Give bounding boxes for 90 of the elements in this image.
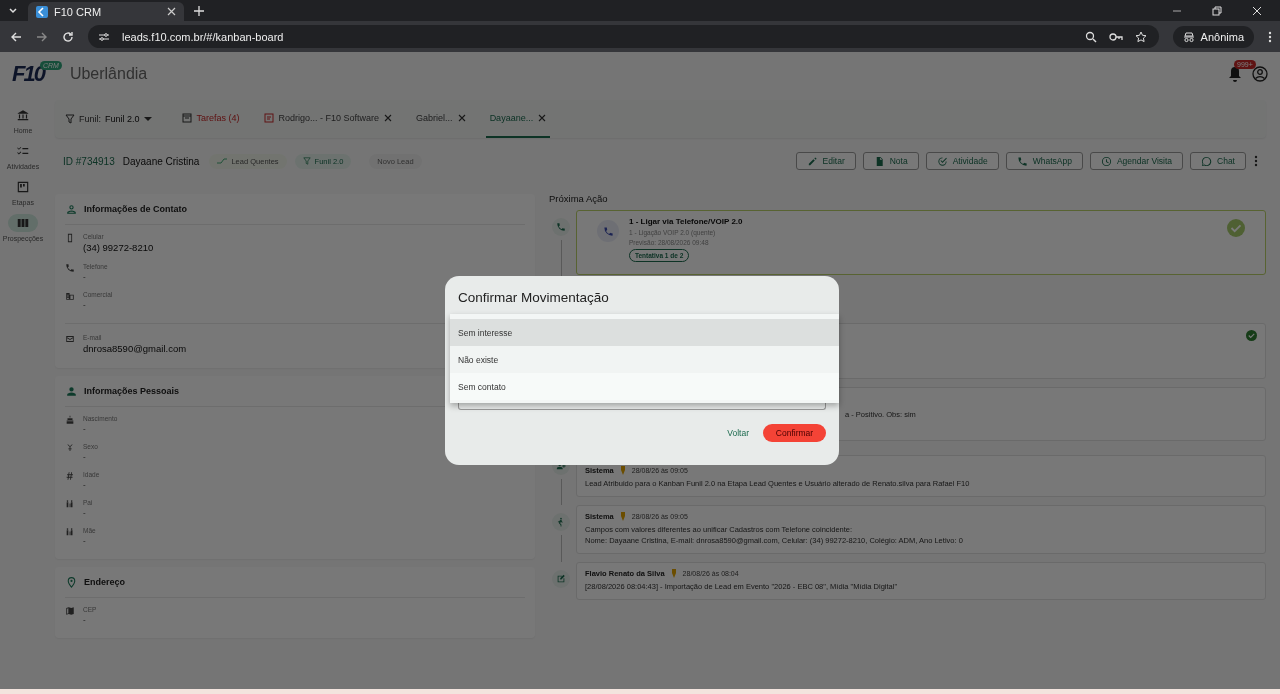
address-field[interactable]: leads.f10.com.br/#/kanban-board [122, 30, 284, 43]
field-value: - [83, 452, 87, 461]
pencil-icon [806, 155, 818, 167]
action-button[interactable]: Nota [862, 152, 919, 170]
lead-tab[interactable]: Gabriel... [412, 100, 470, 138]
edit-icon [552, 569, 570, 588]
field-value: - [83, 536, 87, 545]
phone-icon [65, 263, 75, 273]
pin-icon [670, 568, 677, 578]
more-icon[interactable] [1254, 155, 1258, 167]
family-icon [65, 527, 75, 537]
account-icon[interactable] [1252, 66, 1268, 82]
lead-name: Dayaane Cristina [122, 155, 200, 167]
lead-tab[interactable]: Dayaane... [485, 100, 551, 138]
notification-icon[interactable] [1228, 66, 1242, 82]
restore-icon[interactable] [1212, 5, 1222, 16]
menu-option[interactable]: Sem interesse [450, 319, 839, 346]
new-tab-icon[interactable] [194, 5, 204, 16]
action-title: 1 - Ligar via Telefone/VOIP 2.0 [629, 217, 743, 226]
field-value: dnrosa8590@gmail.com [83, 343, 187, 354]
person-icon [65, 202, 78, 216]
section-title: Informações Pessoais [84, 386, 180, 396]
tab-label: Dayaane... [489, 113, 534, 123]
field-value: - [83, 508, 87, 517]
chat-icon [1201, 155, 1213, 167]
funnel-value: Funil 2.0 [105, 114, 140, 124]
pin-icon [619, 466, 626, 475]
field-value: - [83, 424, 87, 433]
action-button[interactable]: Atividade [925, 152, 999, 170]
menu-option[interactable]: Não existe [450, 346, 839, 373]
lead-tab[interactable]: Rodrigo... - F10 Software [259, 100, 397, 138]
phone-icon [597, 220, 619, 242]
action-button[interactable]: Editar [795, 152, 856, 170]
tab-title: F10 CRM [54, 5, 103, 18]
site-settings-icon[interactable] [98, 30, 110, 43]
tab-label: Gabriel... [416, 113, 453, 123]
clock-icon [1100, 155, 1112, 167]
filter-icon [65, 114, 75, 124]
section-title: Informações de Contato [84, 204, 187, 214]
card-icon [263, 113, 274, 123]
app-icon [36, 5, 48, 18]
confirm-button[interactable]: Confirmar [763, 424, 826, 442]
cake-icon [65, 415, 75, 425]
action-button[interactable]: WhatsApp [1005, 152, 1083, 170]
pin-icon [619, 511, 626, 521]
mail-icon [65, 334, 75, 344]
calendar-icon [181, 113, 192, 123]
walking-person-icon [552, 512, 570, 531]
action-button[interactable]: Agendar Visita [1089, 152, 1184, 170]
action-button[interactable]: Chat [1190, 152, 1246, 170]
family-icon [65, 499, 75, 509]
funnel-label: Funil: [79, 114, 101, 124]
lead-tab[interactable]: Tarefas (4) [177, 100, 244, 138]
key-icon[interactable] [1108, 30, 1123, 43]
hash-icon [65, 471, 75, 481]
mobile-phone-icon [65, 233, 75, 243]
building-icon [65, 291, 75, 301]
profile-button[interactable]: Anônima [1172, 25, 1254, 48]
zoom-icon[interactable] [1084, 30, 1097, 43]
tab-list-icon[interactable] [8, 5, 18, 16]
back-button[interactable]: Voltar [727, 428, 749, 438]
forward-icon[interactable] [36, 30, 48, 43]
field-value: - [83, 272, 87, 281]
phone-icon [552, 218, 570, 236]
field-value: - [83, 480, 87, 489]
phone-icon [1016, 155, 1028, 167]
menu-icon[interactable] [1268, 30, 1272, 43]
tab-label: Tarefas (4) [196, 113, 240, 123]
person-icon [65, 384, 78, 398]
section-title: Próxima Ação [549, 191, 609, 206]
tab-label: Rodrigo... - F10 Software [278, 113, 380, 123]
dialog-title: Confirmar Movimentação [458, 290, 610, 305]
browser-tab[interactable]: F10 CRM [28, 2, 184, 21]
map-icon [65, 606, 75, 616]
filter-icon [302, 157, 311, 165]
location-pin-icon [65, 575, 78, 589]
trend-icon [217, 157, 228, 165]
section-title: Endereço [84, 577, 125, 587]
caret-icon [143, 116, 152, 122]
funnel-select[interactable]: Funil: Funil 2.0 [65, 114, 152, 124]
field-value: - [83, 300, 87, 309]
menu-option[interactable]: Sem contato [450, 373, 839, 400]
incognito-icon [1182, 30, 1195, 43]
city-name: Uberlândia [69, 65, 148, 83]
field-value: - [83, 615, 87, 624]
star-icon[interactable] [1134, 30, 1147, 43]
back-icon[interactable] [10, 30, 22, 43]
field-value: (34) 99272-8210 [83, 242, 154, 253]
lead-id: ID #734913 [63, 155, 115, 167]
reload-icon[interactable] [62, 30, 74, 43]
